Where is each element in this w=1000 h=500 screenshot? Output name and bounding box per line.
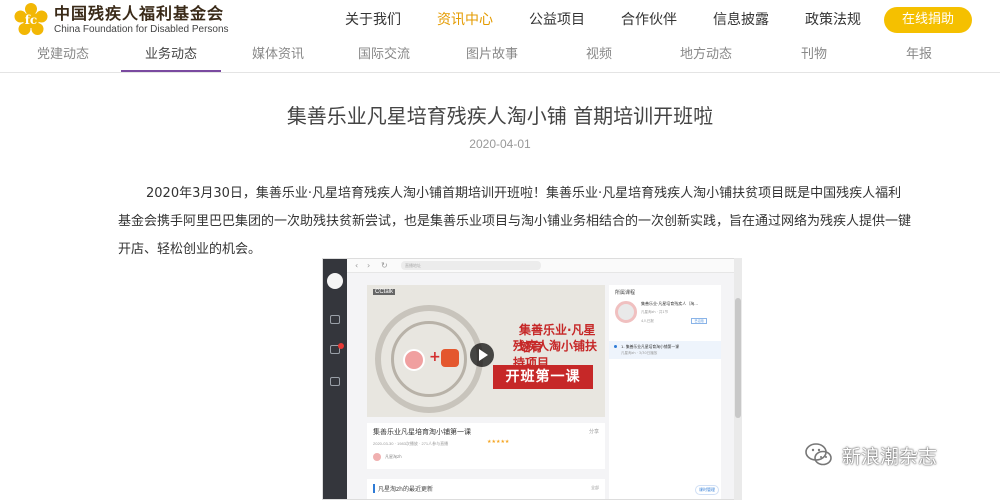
author-avatar [373,453,381,461]
nav-about[interactable]: 关于我们 [345,0,401,40]
subnav-local[interactable]: 地方动态 [680,43,732,62]
video-info-card: 集善乐业凡星培育淘小铺第一课 分享 2020-03-30 · 1983次播放 ·… [367,423,605,469]
subnav-business-news[interactable]: 业务动态 [145,43,197,62]
logo-english-name: China Foundation for Disabled Persons [54,23,229,35]
cctalk-tag: CCtalk [373,289,396,295]
watermark-text: 新浪潮杂志 [842,445,938,468]
taoxiaopu-logo-icon [441,349,459,367]
refresh-icon: ↻ [381,261,388,270]
course-lesson-item: 1. 集善乐业凡星培育淘小铺第一课 凡星淘zh · 3/30日播放 [609,341,721,359]
jishan-logo-icon [403,349,425,371]
wechat-icon [804,440,834,470]
nav-partners[interactable]: 合作伙伴 [621,0,677,40]
playing-dot [614,345,617,348]
course-subscribe-button: 已订阅 [691,318,707,324]
sub-nav: 党建动态 业务动态 媒体资讯 国际交流 图片故事 视频 地方动态 刊物 年报 [0,40,1000,73]
folder-icon [330,377,340,386]
app-logo-icon [327,273,343,289]
active-tab-indicator [121,70,221,72]
course-header: 所属课程 [615,290,636,296]
lesson-title: 1. 集善乐业凡星培育淘小铺第一课 [621,344,679,349]
nav-icon [330,315,340,324]
recent-title: 凡星淘zh的最近更新 [373,484,433,493]
article-screenshot: ‹ › ↻ 直播地址 CCtalk + 集善乐业·凡星培育 残疾人淘小铺扶持项目… [322,258,742,500]
foundation-emblem-icon: fc [14,3,48,37]
recent-updates: 凡星淘zh的最近更新 全部 [367,479,605,499]
watermark: 新浪潮杂志 [804,440,937,470]
recent-more-link: 全部 [591,485,599,490]
app-sidebar [323,259,347,499]
svg-text:fc: fc [25,13,37,27]
site-header: fc 中国残疾人福利基金会 China Foundation for Disab… [0,0,1000,40]
course-sub: 凡星淘zh · 共1节 [641,310,669,314]
forward-icon: › [367,261,371,270]
plus-icon: + [429,349,441,365]
screenshot-scrollbar [734,258,742,500]
nav-news-center[interactable]: 资讯中心 [437,0,493,40]
notification-dot [338,343,344,349]
address-bar: 直播地址 [401,261,541,270]
scrollbar-thumb [735,298,741,418]
lesson-manage-button: 课时管理 [695,485,719,495]
subnav-publications[interactable]: 刊物 [801,43,827,62]
site-logo[interactable]: fc 中国残疾人福利基金会 China Foundation for Disab… [14,3,229,37]
lesson-sub: 凡星淘zh · 3/30日播放 [621,351,658,355]
back-icon: ‹ [355,261,359,270]
subnav-annual-report[interactable]: 年报 [906,43,932,62]
rating-stars: ★★★★★ [487,439,510,445]
main-nav: 关于我们 资讯中心 公益项目 合作伙伴 信息披露 政策法规 [345,0,897,40]
subnav-video[interactable]: 视频 [586,43,612,62]
nav-projects[interactable]: 公益项目 [529,0,585,40]
subnav-international[interactable]: 国际交流 [358,43,410,62]
nav-policies[interactable]: 政策法规 [805,0,861,40]
video-meta: 2020-03-30 · 1983次播放 · 271人参与直播 [373,441,449,446]
article-date: 2020-04-01 [469,137,531,151]
poster-banner: 开班第一课 [493,365,593,389]
course-count: 4人已报 [641,319,654,323]
course-panel: 所属课程 集善乐业·凡星培育残疾人（淘... 凡星淘zh · 共1节 4人已报 … [609,285,721,499]
author-name: 凡星淘zh [385,454,402,459]
course-thumbnail [615,301,637,323]
subnav-party-news[interactable]: 党建动态 [37,43,89,62]
logo-chinese-name: 中国残疾人福利基金会 [54,3,225,23]
subnav-media[interactable]: 媒体资讯 [252,43,304,62]
article-title: 集善乐业凡星培育残疾人淘小铺 首期培训开班啦 [286,104,714,128]
subnav-photo-stories[interactable]: 图片故事 [466,43,518,62]
course-name: 集善乐业·凡星培育残疾人（淘... [641,301,699,306]
play-icon [470,343,494,367]
nav-disclosure[interactable]: 信息披露 [713,0,769,40]
video-player: CCtalk + 集善乐业·凡星培育 残疾人淘小铺扶持项目 开班第一课 [367,285,605,417]
article-paragraph: 2020年3月30日，集善乐业·凡星培育残疾人淘小铺首期培训开班啦！集善乐业·凡… [118,186,912,257]
donate-button[interactable]: 在线捐助 [884,7,972,33]
app-toolbar: ‹ › ↻ 直播地址 [347,259,741,273]
video-title: 集善乐业凡星培育淘小铺第一课 [373,428,471,436]
share-link: 分享 [588,429,599,435]
